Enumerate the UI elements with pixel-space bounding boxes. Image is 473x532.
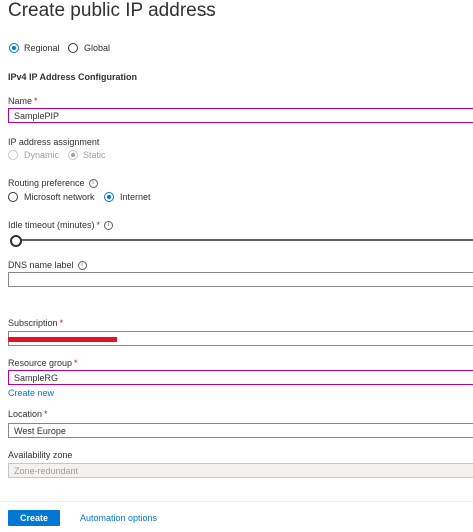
global-radio[interactable]	[68, 43, 78, 53]
internet-label: Internet	[120, 192, 151, 202]
info-icon[interactable]: i	[104, 221, 114, 231]
dynamic-label: Dynamic	[24, 150, 60, 160]
ipv4-config-heading: IPv4 IP Address Configuration	[8, 72, 138, 82]
redaction-mark	[8, 337, 117, 342]
page-title: Create public IP address	[8, 0, 216, 21]
create-new-link[interactable]: Create new	[8, 388, 54, 398]
required-marker: *	[74, 358, 78, 368]
idle-timeout-slider-thumb[interactable]	[10, 235, 22, 247]
required-marker: *	[96, 220, 101, 230]
microsoft-network-label: Microsoft network	[24, 192, 95, 202]
required-marker: *	[34, 96, 38, 106]
subscription-label: Subscription *	[8, 318, 64, 328]
resource-group-label: Resource group *	[8, 358, 78, 368]
name-input[interactable]: SamplePIP	[8, 108, 473, 123]
location-label: Location *	[8, 409, 48, 419]
dns-name-input[interactable]	[8, 272, 473, 287]
availability-zone-label: Availability zone	[8, 450, 73, 460]
static-radio[interactable]	[68, 150, 78, 160]
required-marker: *	[59, 318, 64, 328]
global-label: Global	[84, 43, 111, 53]
regional-radio[interactable]	[9, 43, 19, 53]
automation-options-link[interactable]: Automation options	[80, 513, 157, 523]
idle-timeout-slider-track[interactable]	[14, 239, 473, 241]
required-marker: *	[44, 409, 48, 419]
create-button[interactable]: Create	[8, 510, 60, 526]
footer-divider	[0, 501, 473, 502]
microsoft-network-radio[interactable]	[8, 192, 18, 202]
more-options-icon[interactable]: ···	[198, 5, 215, 21]
info-icon[interactable]: i	[77, 261, 87, 271]
availability-zone-dropdown[interactable]: Zone-redundant	[8, 463, 473, 478]
name-label: Name *	[8, 96, 38, 106]
resource-group-dropdown[interactable]: SampleRG	[8, 370, 473, 385]
info-icon[interactable]: i	[88, 179, 98, 189]
dynamic-radio[interactable]	[8, 150, 18, 160]
idle-timeout-label: Idle timeout (minutes) * i	[8, 220, 114, 231]
regional-label: Regional	[24, 43, 60, 53]
dns-name-label: DNS name label i	[8, 260, 87, 271]
static-label: Static	[83, 150, 106, 160]
ip-assignment-label: IP address assignment	[8, 137, 100, 147]
internet-radio[interactable]	[104, 192, 114, 202]
routing-preference-label: Routing preference i	[8, 178, 98, 189]
location-dropdown[interactable]: West Europe	[8, 423, 473, 438]
